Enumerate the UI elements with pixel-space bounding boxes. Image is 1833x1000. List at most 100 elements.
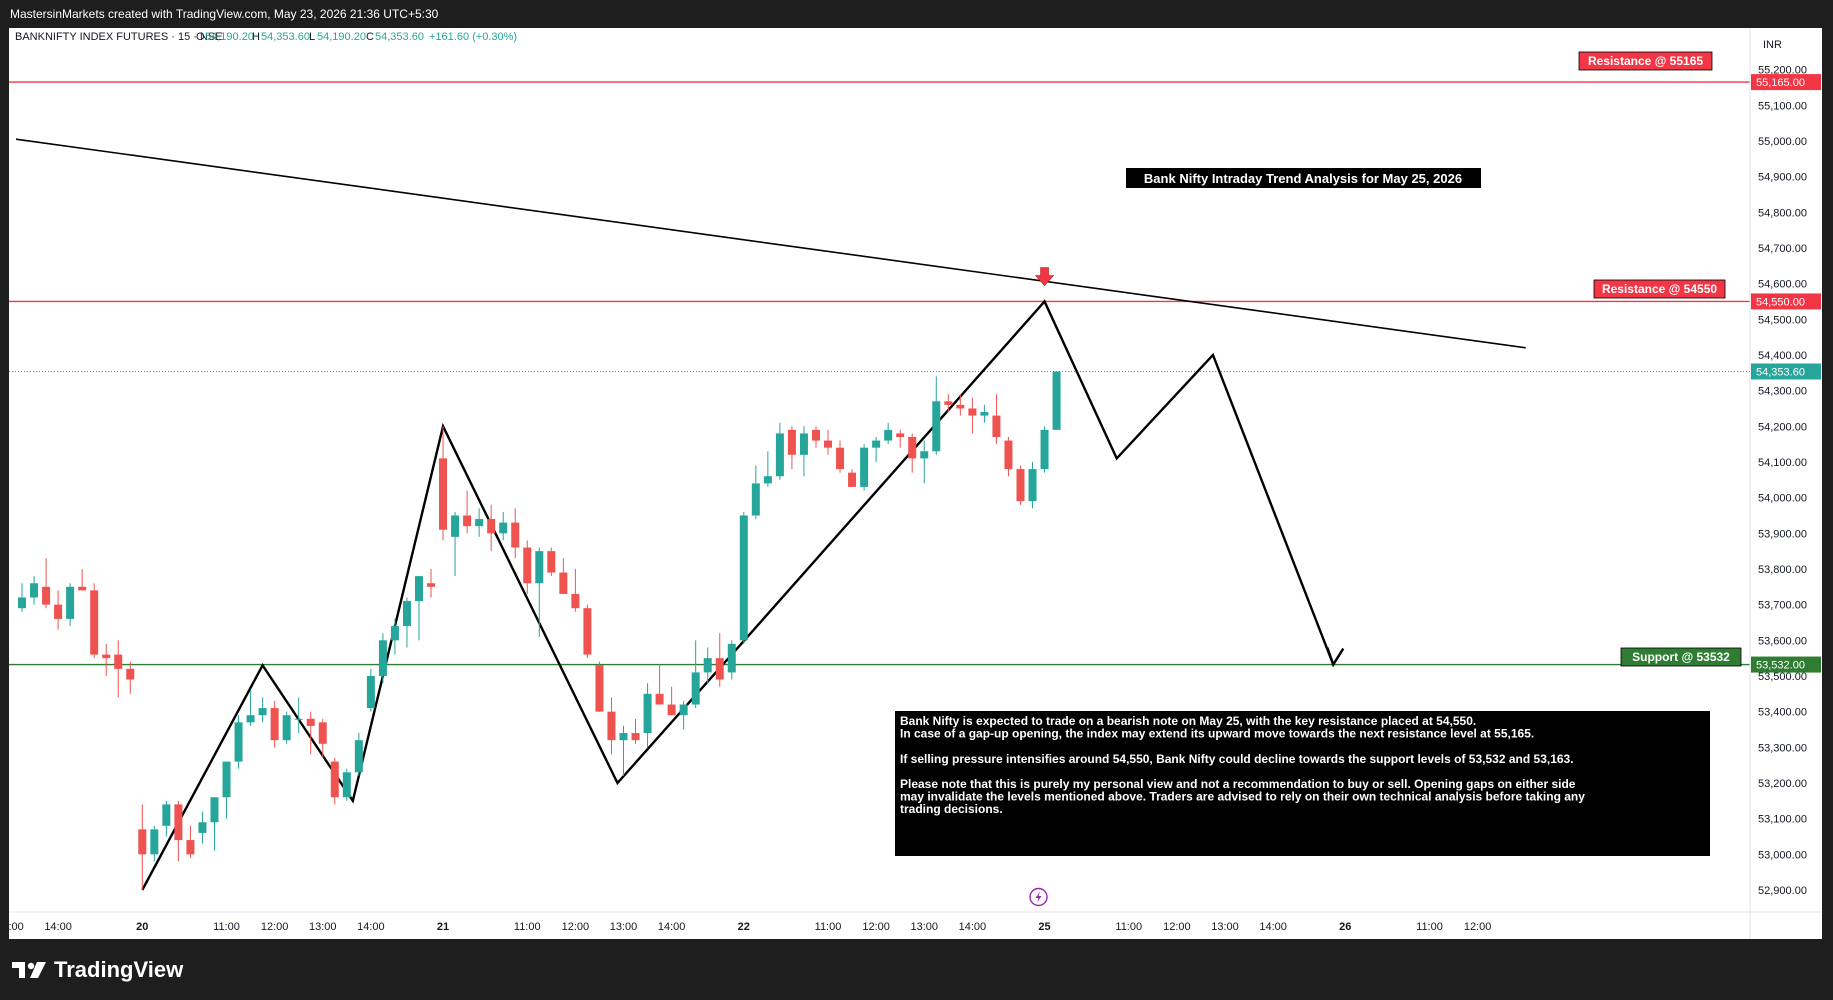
level-callout-label-support-53532: Support @ 53532 <box>1632 650 1730 664</box>
candlestick-chart[interactable]: Resistance @ 55165 Resistance @ 54550 Supp… <box>9 28 1822 939</box>
candle-body <box>535 551 544 584</box>
candle-up <box>920 440 929 484</box>
time-axis[interactable]: 13:00 14:00 20 11:00 12:00 13:00 14:00 21 11:00 1… <box>9 911 1822 933</box>
chart-panel[interactable]: Resistance @ 55165 Resistance @ 54550 Supp… <box>9 28 1822 939</box>
price-tick-label: 53,000.00 <box>1758 849 1807 861</box>
candle-body <box>42 586 51 605</box>
candle-down <box>811 426 820 448</box>
candle-body <box>547 551 556 573</box>
candle-down <box>330 758 339 805</box>
price-axis[interactable]: INR 52,900.00 53,000.00 53,100.00 53,200.00 5… <box>1749 28 1822 939</box>
candle-up <box>390 618 399 655</box>
candle-body <box>980 412 989 416</box>
price-tick-label: 55,100.00 <box>1758 100 1807 112</box>
time-tick-label: 13:00 <box>910 921 938 933</box>
candle-up <box>763 451 772 487</box>
candle-body <box>824 440 833 448</box>
candle-down <box>186 825 195 858</box>
candle-up <box>932 376 941 455</box>
candle-down <box>968 397 977 434</box>
candle-body <box>66 586 75 619</box>
open-value: 54,190.20 <box>205 31 254 43</box>
candle-body <box>715 658 724 680</box>
candle-body <box>270 708 279 741</box>
price-tick-label: 54,700.00 <box>1758 243 1807 255</box>
candle-body <box>186 840 195 855</box>
candle-body <box>463 515 472 527</box>
candle-down <box>1004 436 1013 477</box>
candle-body <box>138 829 147 855</box>
level-axis-label-resistance-54550: 54,550.00 <box>1756 296 1805 308</box>
time-tick-label: 13:00 <box>1211 921 1239 933</box>
price-tick-label: 54,200.00 <box>1758 421 1807 433</box>
candle-down <box>848 469 857 487</box>
candle-body <box>306 718 315 726</box>
time-tick-label: 14:00 <box>959 921 987 933</box>
candle-down <box>583 604 592 659</box>
price-tick-label: 54,300.00 <box>1758 386 1807 398</box>
price-axis-background <box>1750 28 1822 939</box>
candle-body <box>896 433 905 437</box>
candle-body <box>751 483 760 516</box>
candle-body <box>222 761 231 798</box>
candle-down <box>547 547 556 577</box>
price-tick-label: 55,000.00 <box>1758 136 1807 148</box>
candle-body <box>523 547 532 584</box>
candle-body <box>703 658 712 673</box>
candle-down <box>126 661 135 694</box>
candle-body <box>294 718 303 720</box>
candle-up <box>884 422 893 445</box>
candle-up <box>414 576 423 641</box>
candle-body <box>439 458 448 530</box>
candle-up <box>619 725 628 776</box>
tradingview-logo[interactable]: TradingView <box>12 957 183 983</box>
time-tick-label: 21 <box>437 921 449 933</box>
candle-body <box>1040 429 1049 470</box>
currency-label: INR <box>1763 39 1782 51</box>
candle-up <box>150 825 159 862</box>
level-axis-label-support-53532: 53,532.00 <box>1756 660 1805 672</box>
candle-body <box>102 654 111 659</box>
price-tick-label: 54,000.00 <box>1758 493 1807 505</box>
candle-up <box>643 683 652 748</box>
time-tick-label: 11:00 <box>1115 921 1142 933</box>
candle-up <box>246 690 255 726</box>
analysis-note-line: If selling pressure intensifies around 5… <box>900 752 1574 766</box>
price-tick-label: 53,400.00 <box>1758 707 1807 719</box>
candle-down <box>595 661 604 712</box>
candle-down <box>607 697 616 755</box>
time-tick-label: 12:00 <box>562 921 590 933</box>
time-tick-label: 14:00 <box>357 921 385 933</box>
candle-up <box>30 576 39 605</box>
candle-body <box>920 451 929 459</box>
candle-down <box>715 633 724 687</box>
time-tick-label: 20 <box>136 921 148 933</box>
candle-down <box>655 665 664 705</box>
candle-body <box>78 586 87 591</box>
candle-body <box>691 672 700 705</box>
time-tick-label: 12:00 <box>1163 921 1191 933</box>
symbol-label: BANKNIFTY INDEX FUTURES · 15 · NSE <box>15 31 223 43</box>
candle-body <box>763 476 772 484</box>
candle-body <box>162 804 171 826</box>
candle-body <box>787 429 796 455</box>
close-label: C <box>366 31 374 43</box>
candle-body <box>727 643 736 673</box>
candle-body <box>390 626 399 641</box>
candle-down <box>559 558 568 594</box>
candle-down <box>523 540 532 594</box>
time-tick-label: 11:00 <box>514 921 541 933</box>
candle-body <box>631 733 640 741</box>
candle-body <box>342 772 351 798</box>
candle-down <box>956 394 965 416</box>
level-axis-label-resistance-55165: 55,165.00 <box>1756 77 1805 89</box>
candle-down <box>992 394 1001 445</box>
candle-up <box>775 422 784 480</box>
time-tick-label: 13:00 <box>309 921 337 933</box>
candle-body <box>114 654 123 669</box>
candle-body <box>511 522 520 548</box>
candle-body <box>354 740 363 773</box>
candle-body <box>872 440 881 448</box>
candle-body <box>992 415 1001 437</box>
time-tick-label: 22 <box>738 921 750 933</box>
